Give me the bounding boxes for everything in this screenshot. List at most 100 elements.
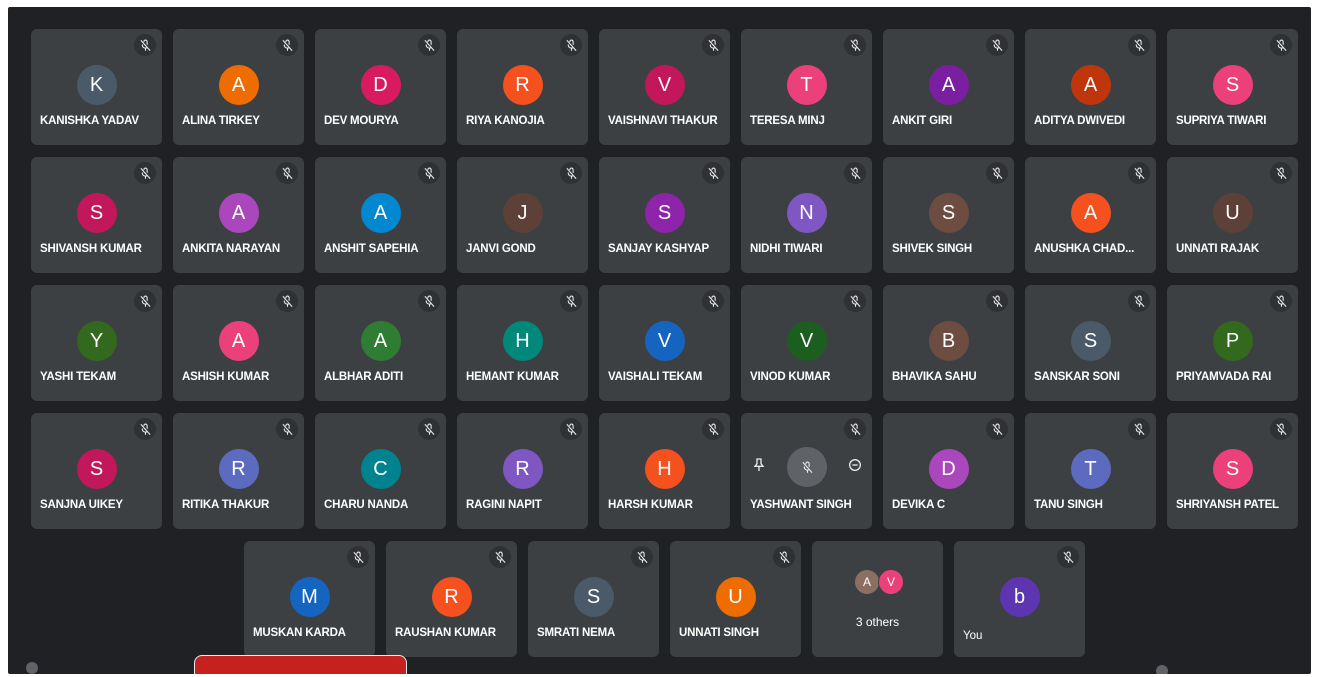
pin-icon[interactable] bbox=[751, 457, 767, 478]
mic-off-icon bbox=[418, 34, 440, 56]
participant-tile[interactable]: T TANU SINGH bbox=[1025, 413, 1156, 529]
participant-tile[interactable]: B BHAVIKA SAHU bbox=[883, 285, 1014, 401]
avatar: A bbox=[360, 193, 401, 233]
avatar: V bbox=[786, 321, 827, 361]
mic-off-icon bbox=[1270, 162, 1292, 184]
avatar: P bbox=[1212, 321, 1253, 361]
self-tile[interactable]: b You bbox=[954, 541, 1085, 657]
participant-name: ADITYA DWIVEDI bbox=[1034, 115, 1125, 127]
participant-name: DEV MOURYA bbox=[324, 115, 399, 127]
avatar: C bbox=[360, 449, 401, 489]
participant-tile[interactable]: U UNNATI RAJAK bbox=[1167, 157, 1298, 273]
participant-tile[interactable]: S SANJNA UIKEY bbox=[31, 413, 162, 529]
participant-tile[interactable]: S SHIVANSH KUMAR bbox=[31, 157, 162, 273]
mic-off-icon bbox=[844, 34, 866, 56]
participant-name: UNNATI RAJAK bbox=[1176, 243, 1259, 255]
avatar: S bbox=[573, 577, 614, 617]
avatar: A bbox=[218, 321, 259, 361]
mic-off-icon bbox=[560, 34, 582, 56]
avatar: S bbox=[76, 193, 117, 233]
participant-tile[interactable]: S SMRATI NEMA bbox=[528, 541, 659, 657]
mic-off-icon bbox=[986, 162, 1008, 184]
participant-tile[interactable]: R RAGINI NAPIT bbox=[457, 413, 588, 529]
participant-tile[interactable]: P PRIYAMVADA RAI bbox=[1167, 285, 1298, 401]
participant-tile[interactable]: K KANISHKA YADAV bbox=[31, 29, 162, 145]
mic-off-icon bbox=[844, 290, 866, 312]
avatar: A bbox=[218, 193, 259, 233]
participant-name: SUPRIYA TIWARI bbox=[1176, 115, 1267, 127]
participant-tile[interactable]: D DEV MOURYA bbox=[315, 29, 446, 145]
mic-off-icon bbox=[276, 290, 298, 312]
mute-toggle-button[interactable] bbox=[787, 447, 827, 487]
participant-tile[interactable]: A ALBHAR ADITI bbox=[315, 285, 446, 401]
participant-tile[interactable]: H HARSH KUMAR bbox=[599, 413, 730, 529]
avatar: V bbox=[644, 321, 685, 361]
participant-tile[interactable]: S SANJAY KASHYAP bbox=[599, 157, 730, 273]
participant-name: RIYA KANOJIA bbox=[466, 115, 545, 127]
self-label: You bbox=[963, 630, 983, 642]
participant-name: YASHI TEKAM bbox=[40, 371, 116, 383]
participant-tile[interactable]: H HEMANT KUMAR bbox=[457, 285, 588, 401]
participant-tile[interactable]: S SHIVEK SINGH bbox=[883, 157, 1014, 273]
participant-tile[interactable]: A ANSHIT SAPEHIA bbox=[315, 157, 446, 273]
avatar: Y bbox=[76, 321, 117, 361]
avatar: R bbox=[431, 577, 472, 617]
participant-name: ANUSHKA CHAD... bbox=[1034, 243, 1135, 255]
mic-off-icon bbox=[702, 290, 724, 312]
mic-off-icon bbox=[773, 546, 795, 568]
participant-tile[interactable]: S SANSKAR SONI bbox=[1025, 285, 1156, 401]
avatar: D bbox=[928, 449, 969, 489]
mini-avatar: V bbox=[878, 569, 904, 595]
participant-tile[interactable]: V VINOD KUMAR bbox=[741, 285, 872, 401]
participant-tile[interactable]: YASHWANT SINGH bbox=[741, 413, 872, 529]
others-tile[interactable]: AV 3 others bbox=[812, 541, 943, 657]
avatar: S bbox=[1070, 321, 1111, 361]
mic-off-icon bbox=[418, 418, 440, 440]
mic-off-icon bbox=[1128, 34, 1150, 56]
participant-tile[interactable]: A ANKIT GIRI bbox=[883, 29, 1014, 145]
participant-tile[interactable]: A ADITYA DWIVEDI bbox=[1025, 29, 1156, 145]
avatar: R bbox=[218, 449, 259, 489]
avatar: H bbox=[502, 321, 543, 361]
participant-tile[interactable]: R RAUSHAN KUMAR bbox=[386, 541, 517, 657]
participant-tile[interactable]: A ANKITA NARAYAN bbox=[173, 157, 304, 273]
participant-tile[interactable]: A ANUSHKA CHAD... bbox=[1025, 157, 1156, 273]
participant-tile[interactable]: R RIYA KANOJIA bbox=[457, 29, 588, 145]
mic-off-icon bbox=[134, 162, 156, 184]
participant-tile[interactable]: A ALINA TIRKEY bbox=[173, 29, 304, 145]
avatar: U bbox=[1212, 193, 1253, 233]
participant-tile[interactable]: N NIDHI TIWARI bbox=[741, 157, 872, 273]
avatar: S bbox=[928, 193, 969, 233]
participant-tile[interactable]: M MUSKAN KARDA bbox=[244, 541, 375, 657]
participant-tile[interactable]: Y YASHI TEKAM bbox=[31, 285, 162, 401]
participant-tile[interactable]: J JANVI GOND bbox=[457, 157, 588, 273]
participant-name: VAISHALI TEKAM bbox=[608, 371, 703, 383]
participant-tile[interactable]: S SHRIYANSH PATEL bbox=[1167, 413, 1298, 529]
participant-tile[interactable]: V VAISHALI TEKAM bbox=[599, 285, 730, 401]
avatar: A bbox=[360, 321, 401, 361]
participant-tile[interactable]: R RITIKA THAKUR bbox=[173, 413, 304, 529]
participant-tile[interactable]: S SUPRIYA TIWARI bbox=[1167, 29, 1298, 145]
mic-off-icon bbox=[134, 290, 156, 312]
avatar: B bbox=[928, 321, 969, 361]
remove-icon[interactable] bbox=[847, 457, 863, 478]
participant-tile[interactable]: T TERESA MINJ bbox=[741, 29, 872, 145]
participant-tile[interactable]: C CHARU NANDA bbox=[315, 413, 446, 529]
participant-name: HARSH KUMAR bbox=[608, 499, 693, 511]
participant-name: DEVIKA C bbox=[892, 499, 945, 511]
participant-name: SANSKAR SONI bbox=[1034, 371, 1120, 383]
participant-tile[interactable]: A ASHISH KUMAR bbox=[173, 285, 304, 401]
avatar: A bbox=[1070, 65, 1111, 105]
meeting-grid-frame: K KANISHKA YADAV A ALINA TIRKEY D DEV MOURYA R… bbox=[8, 7, 1311, 674]
participant-name: HEMANT KUMAR bbox=[466, 371, 559, 383]
mic-off-icon bbox=[844, 418, 866, 440]
avatar: b bbox=[999, 577, 1040, 617]
leave-call-bar[interactable] bbox=[194, 655, 407, 674]
participant-tile[interactable]: U UNNATI SINGH bbox=[670, 541, 801, 657]
participant-tile[interactable]: D DEVIKA C bbox=[883, 413, 1014, 529]
avatar: A bbox=[218, 65, 259, 105]
participant-tile[interactable]: V VAISHNAVI THAKUR bbox=[599, 29, 730, 145]
others-avatars: AV bbox=[854, 569, 904, 595]
avatar: H bbox=[644, 449, 685, 489]
mic-off-icon bbox=[1270, 34, 1292, 56]
